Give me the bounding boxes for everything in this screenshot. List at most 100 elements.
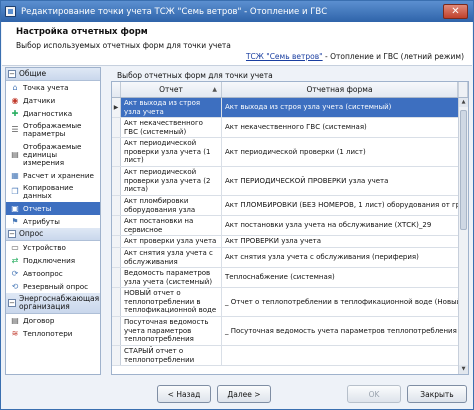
sidebar-item-label: Договор — [23, 316, 55, 325]
report-form-cell[interactable]: Теплоснабжение (системная) — [222, 268, 458, 287]
sidebar-group-1[interactable]: − Опрос — [6, 228, 100, 241]
table-row[interactable]: Акт проверки узла учета Акт ПРОВЕРКИ узла… — [112, 236, 458, 248]
report-form-cell[interactable]: Акт постановки узла учета на обслуживани… — [222, 216, 458, 235]
grid-body: ▶ Акт выхода из строя узла учета Акт выход… — [112, 98, 458, 366]
collapse-toggle-icon[interactable]: − — [8, 70, 16, 78]
report-cell: Акт пломбировки оборудования узла учета — [121, 196, 222, 215]
row-selector[interactable] — [112, 268, 121, 287]
table-row[interactable]: Посуточная ведомость учета параметров те… — [112, 317, 458, 346]
sidebar-item-units[interactable]: ▤ Отображаемые единицы измерения — [6, 140, 100, 169]
report-form-cell[interactable]: Акт выхода из строя узла учета (системны… — [222, 98, 458, 117]
row-selector[interactable] — [112, 248, 121, 267]
sidebar-item-parameters[interactable]: ☰ Отображаемые параметры — [6, 120, 100, 140]
row-selector[interactable] — [112, 288, 121, 316]
sidebar-item-auto-poll[interactable]: ⟳ Автоопрос — [6, 267, 100, 280]
row-selector[interactable] — [112, 138, 121, 166]
sidebar-item-label: Теплопотери — [23, 329, 73, 338]
collapse-toggle-icon[interactable]: − — [8, 299, 16, 307]
row-selector[interactable]: ▶ — [112, 98, 121, 117]
row-selector[interactable] — [112, 167, 121, 195]
report-form-cell[interactable] — [222, 346, 458, 365]
sidebar-item-diagnostics[interactable]: ✚ Диагностика — [6, 107, 100, 120]
sidebar-item-backup-poll[interactable]: ⟲ Резервный опрос — [6, 280, 100, 293]
row-selector[interactable] — [112, 236, 121, 247]
report-form-cell[interactable]: Акт ПРОВЕРКИ узла учета — [222, 236, 458, 247]
report-cell: Ведомость параметров узла учета (системн… — [121, 268, 222, 287]
ok-button[interactable]: OK — [347, 385, 401, 403]
sidebar-item-connection[interactable]: ⇄ Подключения — [6, 254, 100, 267]
window-close-button[interactable]: ✕ — [443, 4, 468, 19]
sidebar-item-attributes[interactable]: ⚑ Атрибуты — [6, 215, 100, 228]
collapse-toggle-icon[interactable]: − — [8, 230, 16, 238]
main-content: Выбор отчетных форм для точки учета Отче… — [111, 67, 469, 375]
sidebar-item-meter-point[interactable]: ⌂ Точка учета — [6, 81, 100, 94]
sidebar-item-heat-loss[interactable]: ≋ Теплопотери — [6, 327, 100, 340]
row-selector-header — [112, 82, 121, 97]
report-form-cell[interactable]: Акт ПЛОМБИРОВКИ (БЕЗ НОМЕРОВ, 1 лист) об… — [222, 196, 458, 215]
sidebar-item-device[interactable]: ▭ Устройство — [6, 241, 100, 254]
column-header-form[interactable]: Отчетная форма — [222, 82, 458, 97]
grid-header: Отчет ▲ Отчетная форма — [112, 82, 468, 98]
table-row[interactable]: СТАРЫЙ отчет о теплопотреблении — [112, 346, 458, 366]
close-button[interactable]: Закрыть — [407, 385, 467, 403]
scroll-down-arrow-icon[interactable]: ▼ — [459, 365, 468, 374]
sidebar-item-reports[interactable]: ▣ Отчеты — [6, 202, 100, 215]
backup-poll-icon: ⟲ — [11, 281, 19, 291]
report-cell: Акт выхода из строя узла учета — [121, 98, 222, 117]
diagnostics-icon: ✚ — [11, 108, 19, 118]
sidebar-item-label: Отображаемые параметры — [23, 122, 82, 138]
row-selector[interactable] — [112, 196, 121, 215]
sidebar-group-2[interactable]: − Энергоснабжающая организация — [6, 293, 100, 314]
report-cell: Акт снятия узла учета с обслуживания — [121, 248, 222, 267]
table-row[interactable]: Ведомость параметров узла учета (системн… — [112, 268, 458, 288]
sidebar-item-label: Точка учета — [23, 83, 69, 92]
table-row[interactable]: ▶ Акт выхода из строя узла учета Акт выход… — [112, 98, 458, 118]
table-row[interactable]: Акт пломбировки оборудования узла учетаА… — [112, 196, 458, 216]
report-form-cell[interactable]: Акт периодической проверки (1 лист) — [222, 138, 458, 166]
calculator-icon: ▦ — [11, 170, 19, 180]
table-row[interactable]: Акт снятия узла учета с обслуживания Акт … — [112, 248, 458, 268]
back-button[interactable]: < Назад — [157, 385, 211, 403]
report-form-cell[interactable]: _ Посуточная ведомость учета параметров … — [222, 317, 458, 345]
reports-icon: ▣ — [11, 203, 19, 213]
table-row[interactable]: Акт периодической проверки узла учета (2… — [112, 167, 458, 196]
table-row[interactable]: НОВЫЙ отчет о теплопотреблении в теплофи… — [112, 288, 458, 317]
sidebar-item-label: Копирование данных — [23, 184, 74, 200]
sidebar-item-label: Датчики — [23, 96, 56, 105]
section-label: Выбор отчетных форм для точки учета — [117, 71, 273, 80]
column-header-report[interactable]: Отчет ▲ — [121, 82, 222, 97]
sidebar-item-sensor[interactable]: ◉ Датчики — [6, 94, 100, 107]
scrollbar-thumb[interactable] — [460, 110, 467, 230]
report-cell: Акт проверки узла учета — [121, 236, 222, 247]
scroll-up-arrow-icon[interactable]: ▲ — [459, 98, 468, 107]
report-form-cell[interactable]: Акт снятия узла учета с обслуживания (пе… — [222, 248, 458, 267]
table-row[interactable]: Акт постановки на сервисное обслуживание… — [112, 216, 458, 236]
table-row[interactable]: Акт периодической проверки узла учета (1… — [112, 138, 458, 167]
report-form-cell[interactable]: Акт некачественного ГВС (системная) — [222, 118, 458, 137]
row-selector[interactable] — [112, 118, 121, 137]
table-row[interactable]: Акт некачественного ГВС (системный) Акт н… — [112, 118, 458, 138]
sensor-icon: ◉ — [11, 95, 19, 105]
window-title: Редактирование точки учета ТСЖ "Семь вет… — [21, 6, 328, 17]
report-form-cell[interactable]: Акт ПЕРИОДИЧЕСКОЙ ПРОВЕРКИ узла учета — [222, 167, 458, 195]
report-cell: СТАРЫЙ отчет о теплопотреблении — [121, 346, 222, 365]
sidebar-item-copy[interactable]: ❐ Копирование данных — [6, 182, 100, 202]
page-title: Настройка отчетных форм — [16, 27, 148, 37]
contract-icon: ▤ — [11, 315, 19, 325]
sidebar-group-label: Общие — [19, 69, 47, 78]
object-link[interactable]: ТСЖ "Семь ветров" — [246, 52, 323, 61]
row-selector[interactable] — [112, 346, 121, 365]
sidebar-group-0[interactable]: − Общие — [6, 68, 100, 81]
title-bar: Редактирование точки учета ТСЖ "Семь вет… — [1, 1, 473, 22]
next-button[interactable]: Далее > — [217, 385, 271, 403]
sidebar-item-calculator[interactable]: ▦ Расчет и хранение — [6, 169, 100, 182]
row-selector[interactable] — [112, 317, 121, 345]
sidebar-item-label: Устройство — [23, 243, 66, 252]
report-form-cell[interactable]: _ Отчет о теплопотреблении в теплофикаци… — [222, 288, 458, 316]
vertical-scrollbar[interactable]: ▲ ▼ — [458, 98, 468, 374]
sidebar-item-label: Отображаемые единицы измерения — [23, 142, 82, 167]
copy-icon: ❐ — [11, 187, 19, 196]
sidebar-item-label: Подключения — [23, 256, 76, 265]
row-selector[interactable] — [112, 216, 121, 235]
sidebar-item-contract[interactable]: ▤ Договор — [6, 314, 100, 327]
